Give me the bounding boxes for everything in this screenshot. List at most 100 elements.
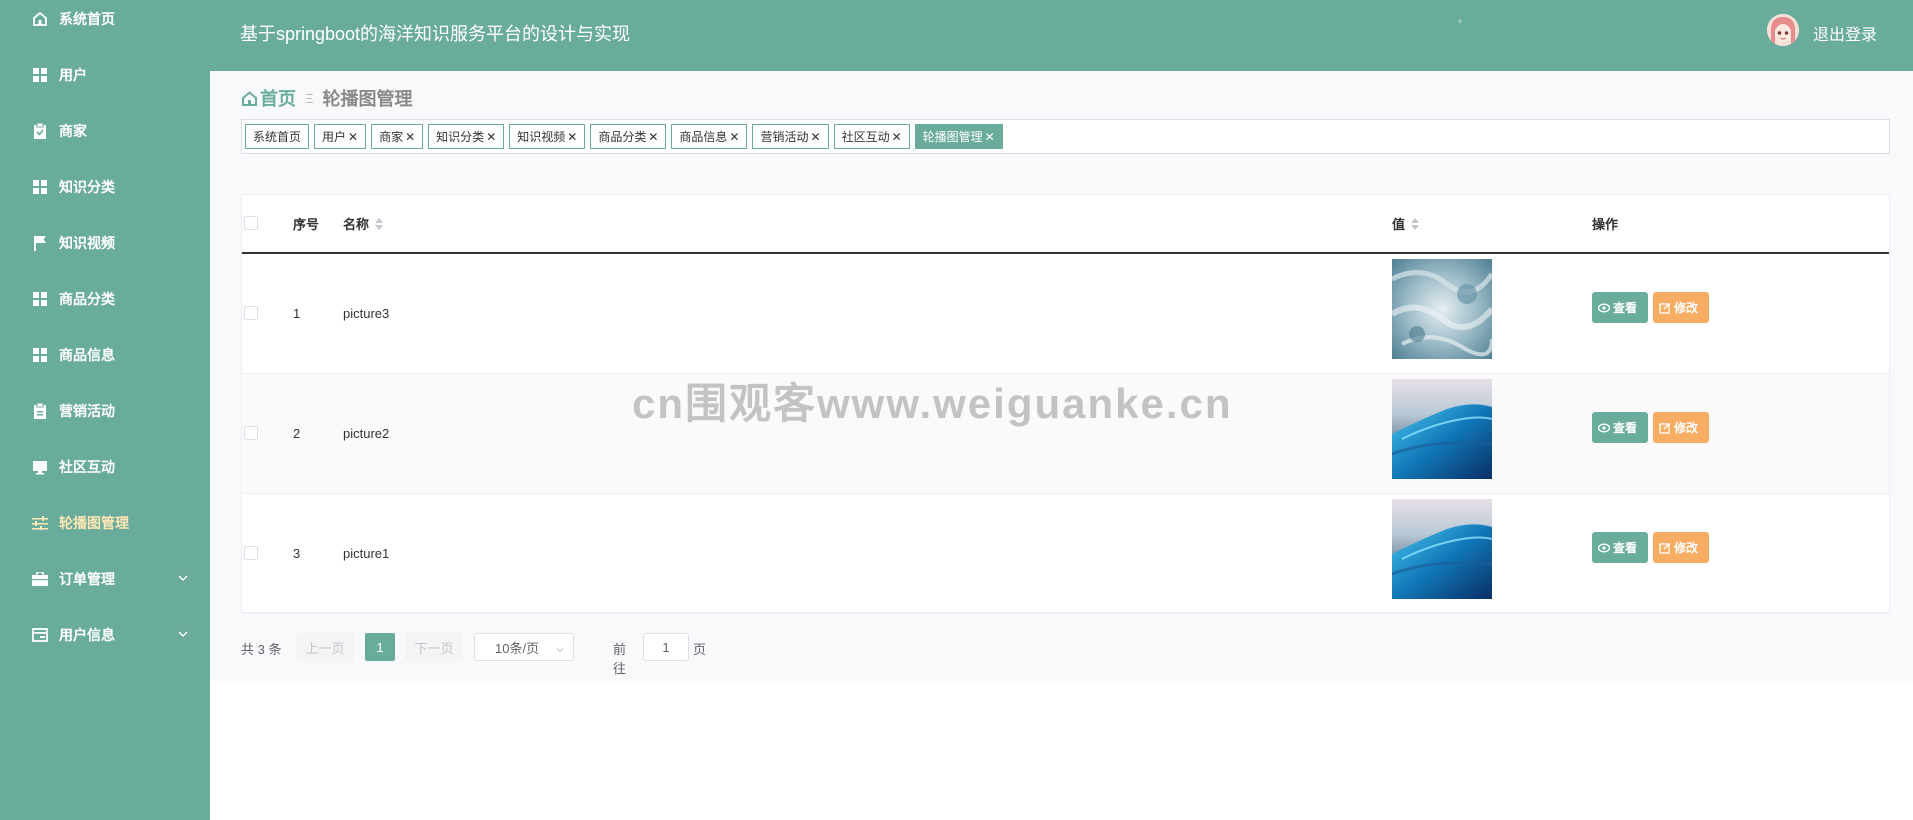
tag-label: 营销活动	[760, 130, 809, 144]
row-name: picture2	[343, 426, 390, 441]
row-name: picture3	[343, 306, 390, 321]
close-icon[interactable]: ✕	[648, 130, 658, 144]
edit-icon	[1659, 302, 1671, 314]
header-dot: ◦	[1458, 14, 1463, 28]
monitor-icon	[32, 459, 48, 475]
select-all-checkbox[interactable]	[244, 216, 258, 230]
sidebar-item-user-info[interactable]: 用户信息	[0, 607, 210, 663]
sidebar-item-marketing[interactable]: 营销活动	[0, 383, 210, 439]
row-index: 3	[293, 546, 301, 561]
sidebar: 系统首页 用户 商家 知识分类 知识视频 商品分类 商品信息 营销活动 社区互动…	[0, 0, 210, 820]
column-name[interactable]: 名称	[343, 195, 384, 252]
close-icon[interactable]: ✕	[729, 130, 739, 144]
sidebar-item-merchants[interactable]: 商家	[0, 103, 210, 159]
clipboard-icon	[32, 403, 48, 419]
sort-icon[interactable]	[1411, 217, 1420, 230]
logout-button[interactable]: 退出登录	[1813, 21, 1877, 45]
tag-community[interactable]: 社区互动 ✕	[833, 124, 910, 149]
row-checkbox[interactable]	[244, 426, 258, 440]
page-size-value: 10条/页	[495, 640, 540, 656]
tag-label: 社区互动	[841, 130, 890, 144]
avatar[interactable]	[1767, 14, 1799, 46]
breadcrumb: 首页 Ξ 轮播图管理	[241, 85, 412, 111]
tag-label: 商家	[379, 130, 404, 144]
next-page-button[interactable]: 下一页	[405, 633, 463, 661]
close-icon[interactable]: ✕	[405, 130, 415, 144]
column-value[interactable]: 值	[1392, 195, 1420, 252]
sidebar-item-carousel[interactable]: 轮播图管理	[0, 495, 210, 551]
tag-merchants[interactable]: 商家 ✕	[371, 124, 424, 149]
tag-product-info[interactable]: 商品信息 ✕	[671, 124, 748, 149]
tag-product-category[interactable]: 商品分类 ✕	[590, 124, 667, 149]
table-row: 1 picture3 查看 修改	[242, 254, 1889, 374]
close-icon[interactable]: ✕	[348, 130, 358, 144]
sidebar-item-home[interactable]: 系统首页	[0, 0, 210, 47]
sliders-icon	[32, 515, 48, 531]
sidebar-item-label: 知识分类	[59, 179, 115, 195]
edit-button[interactable]: 修改	[1653, 292, 1709, 323]
close-icon[interactable]: ✕	[486, 130, 496, 144]
view-button[interactable]: 查看	[1592, 532, 1648, 563]
app-title: 基于springboot的海洋知识服务平台的设计与实现	[240, 24, 631, 44]
tags-view-bar: 系统首页 用户 ✕ 商家 ✕ 知识分类 ✕ 知识视频 ✕ 商品分类 ✕ 商品信息 ✕ 营销活…	[241, 119, 1890, 154]
clipboard-icon	[32, 123, 48, 139]
prev-page-button[interactable]: 上一页	[296, 633, 354, 661]
row-image[interactable]	[1391, 379, 1493, 479]
sidebar-item-users[interactable]: 用户	[0, 47, 210, 103]
sidebar-item-label: 用户信息	[59, 627, 115, 643]
chevron-down-icon	[176, 627, 190, 641]
goto-page-input[interactable]: 1	[643, 633, 689, 661]
sidebar-item-community[interactable]: 社区互动	[0, 439, 210, 495]
row-checkbox[interactable]	[244, 546, 258, 560]
chevron-down-icon	[555, 643, 565, 658]
breadcrumb-current: 轮播图管理	[322, 89, 413, 109]
tag-knowledge-category[interactable]: 知识分类 ✕	[428, 124, 505, 149]
tag-marketing[interactable]: 营销活动 ✕	[752, 124, 829, 149]
view-button-label: 查看	[1613, 421, 1638, 435]
page-number-button[interactable]: 1	[365, 633, 395, 661]
sidebar-item-knowledge-video[interactable]: 知识视频	[0, 215, 210, 271]
sidebar-item-label: 知识视频	[59, 235, 115, 251]
edit-icon	[1659, 542, 1671, 554]
table-row: 3 picture1 查看 修改	[242, 494, 1889, 614]
grid-icon	[32, 179, 48, 195]
edit-button[interactable]: 修改	[1653, 532, 1709, 563]
row-image[interactable]	[1391, 499, 1493, 599]
sidebar-item-label: 轮播图管理	[59, 515, 129, 531]
grid-icon	[32, 67, 48, 83]
eye-icon	[1598, 303, 1610, 312]
view-button-label: 查看	[1613, 541, 1638, 555]
tag-home[interactable]: 系统首页	[245, 124, 310, 149]
close-icon[interactable]: ✕	[567, 130, 577, 144]
flag-icon	[32, 235, 48, 251]
edit-button-label: 修改	[1674, 301, 1699, 315]
sort-icon[interactable]	[375, 217, 384, 230]
close-icon[interactable]: ✕	[811, 130, 821, 144]
tag-carousel[interactable]: 轮播图管理 ✕	[914, 124, 1003, 149]
sidebar-item-product-category[interactable]: 商品分类	[0, 271, 210, 327]
close-icon[interactable]: ✕	[985, 130, 995, 144]
sidebar-item-product-info[interactable]: 商品信息	[0, 327, 210, 383]
breadcrumb-home[interactable]: 首页	[241, 85, 296, 111]
sidebar-item-label: 社区互动	[59, 459, 115, 475]
view-button[interactable]: 查看	[1592, 292, 1648, 323]
sidebar-item-orders[interactable]: 订单管理	[0, 551, 210, 607]
sidebar-item-label: 系统首页	[59, 11, 115, 27]
row-checkbox[interactable]	[244, 306, 258, 320]
tag-users[interactable]: 用户 ✕	[314, 124, 367, 149]
chevron-down-icon	[176, 571, 190, 585]
tag-label: 商品信息	[679, 130, 728, 144]
eye-icon	[1598, 543, 1610, 552]
view-button[interactable]: 查看	[1592, 412, 1648, 443]
edit-button-label: 修改	[1674, 421, 1699, 435]
page-size-select[interactable]: 10条/页	[474, 633, 574, 661]
close-icon[interactable]: ✕	[892, 130, 902, 144]
tag-label: 知识视频	[517, 130, 566, 144]
tag-label: 系统首页	[253, 130, 302, 144]
edit-button[interactable]: 修改	[1653, 412, 1709, 443]
row-image[interactable]	[1390, 259, 1495, 359]
breadcrumb-separator: Ξ	[305, 90, 314, 106]
sidebar-item-knowledge-category[interactable]: 知识分类	[0, 159, 210, 215]
tag-knowledge-video[interactable]: 知识视频 ✕	[509, 124, 586, 149]
sidebar-item-label: 商品分类	[59, 291, 115, 307]
